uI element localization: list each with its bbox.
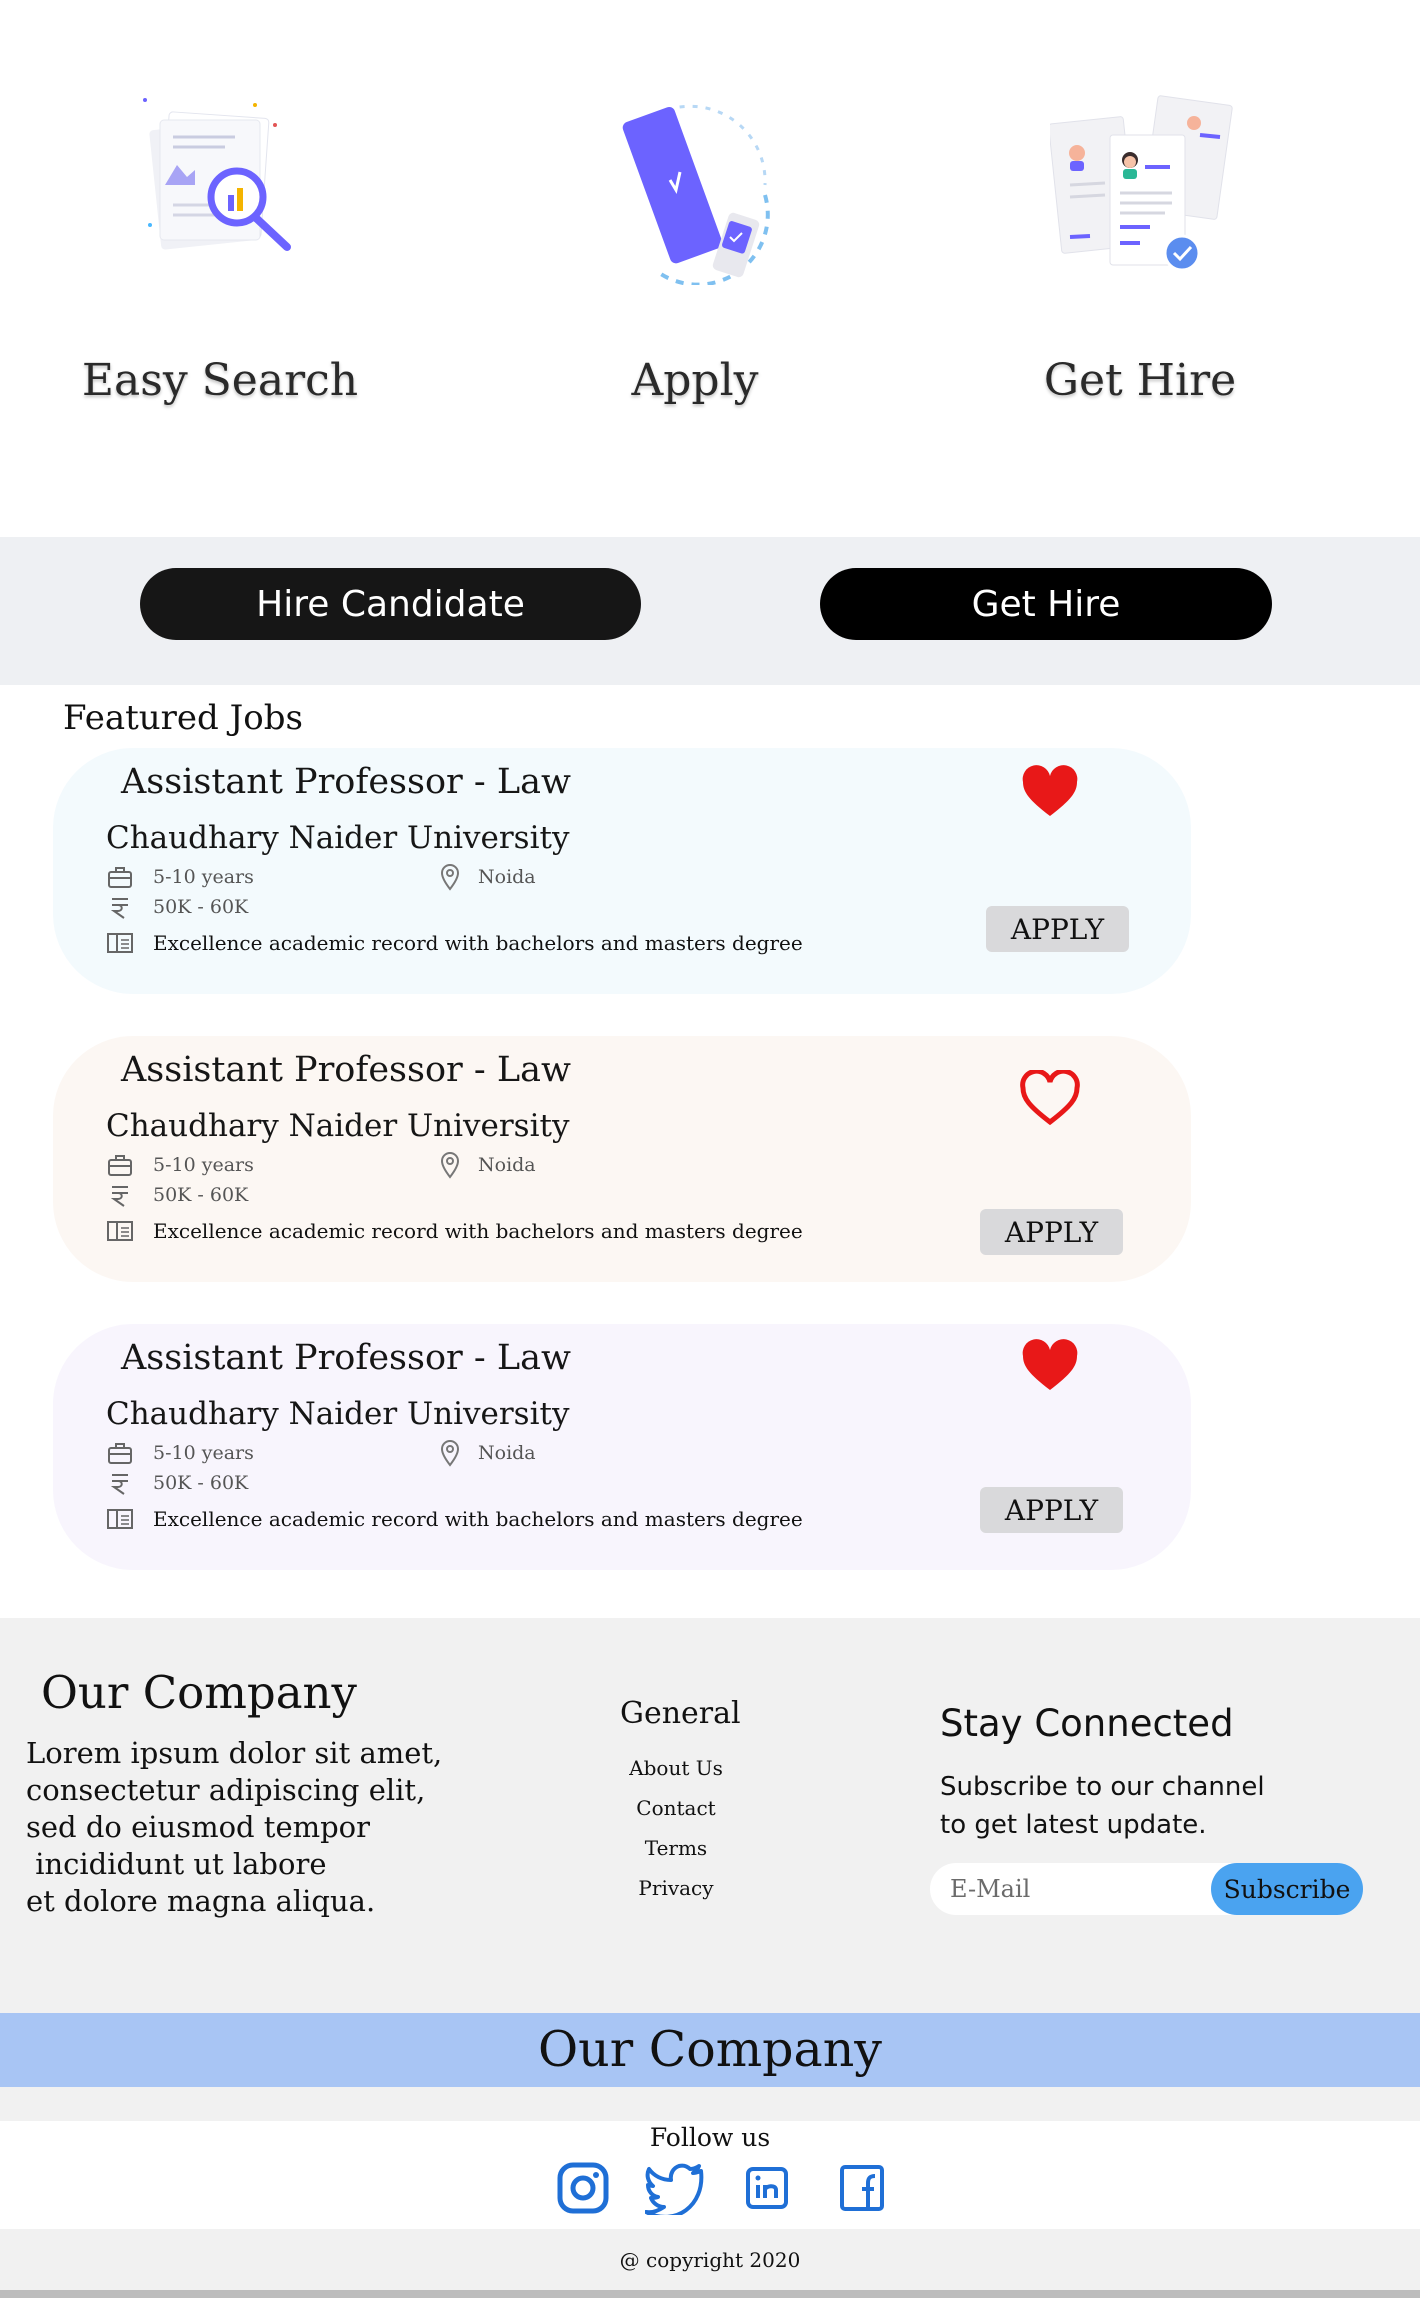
- follow-us-label: Follow us: [649, 2123, 771, 2152]
- job-card: Assistant Professor - Law Chaudhary Naid…: [53, 1324, 1191, 1570]
- hire-candidate-button[interactable]: Hire Candidate: [140, 568, 641, 640]
- footer-link-privacy[interactable]: Privacy: [600, 1868, 752, 1908]
- job-experience-text: 5-10 years: [153, 866, 254, 888]
- linkedin-icon[interactable]: [744, 2161, 790, 2215]
- heart-icon[interactable]: [1019, 1338, 1081, 1394]
- bottom-border: [0, 2290, 1420, 2298]
- step-label: Easy Search: [81, 355, 359, 406]
- footer-general-title: General: [620, 1696, 741, 1731]
- footer-link-terms[interactable]: Terms: [600, 1828, 752, 1868]
- facebook-icon[interactable]: [838, 2161, 886, 2215]
- search-documents-illustration: [143, 98, 291, 251]
- job-location: Noida: [440, 1440, 536, 1467]
- job-card: Assistant Professor - Law Chaudhary Naid…: [53, 1036, 1191, 1282]
- job-salary: 50K - 60K: [110, 1184, 249, 1207]
- step-label: Apply: [631, 355, 759, 406]
- stay-connected-text: Subscribe to our channel to get latest u…: [940, 1772, 1265, 1840]
- job-salary-text: 50K - 60K: [153, 1472, 249, 1494]
- location-pin-icon: [436, 1440, 464, 1467]
- book-icon: [106, 1506, 134, 1532]
- footer-links: About Us Contact Terms Privacy: [600, 1748, 752, 1908]
- get-hire-button[interactable]: Get Hire: [820, 568, 1272, 640]
- job-experience-text: 5-10 years: [153, 1154, 254, 1176]
- briefcase-icon: [106, 1440, 134, 1466]
- apply-button[interactable]: APPLY: [986, 906, 1129, 952]
- apply-button[interactable]: APPLY: [980, 1487, 1123, 1533]
- featured-jobs-title: Featured Jobs: [63, 698, 303, 738]
- job-experience: 5-10 years: [108, 1154, 254, 1176]
- job-location: Noida: [440, 1152, 536, 1179]
- job-experience-text: 5-10 years: [153, 1442, 254, 1464]
- briefcase-icon: [106, 1152, 134, 1178]
- job-company: Chaudhary Naider University: [106, 1108, 570, 1144]
- book-icon: [106, 930, 134, 956]
- job-description: Excellence academic record with bachelor…: [107, 1507, 803, 1531]
- step-apply: Apply: [475, 0, 915, 537]
- rupee-icon: [106, 1182, 134, 1208]
- book-icon: [106, 1218, 134, 1244]
- job-description-text: Excellence academic record with bachelor…: [153, 1219, 803, 1243]
- job-experience: 5-10 years: [108, 866, 254, 888]
- job-location-text: Noida: [478, 866, 536, 888]
- footer: Our Company Lorem ipsum dolor sit amet, …: [0, 1618, 1420, 2013]
- phone-apply-illustration: [622, 104, 770, 285]
- job-description: Excellence academic record with bachelor…: [107, 1219, 803, 1243]
- job-title: Assistant Professor - Law: [121, 762, 571, 802]
- job-company: Chaudhary Naider University: [106, 820, 570, 856]
- stay-connected-title: Stay Connected: [940, 1702, 1234, 1745]
- step-label: Get Hire: [1043, 355, 1237, 406]
- job-card: Assistant Professor - Law Chaudhary Naid…: [53, 748, 1191, 994]
- apply-button[interactable]: APPLY: [980, 1209, 1123, 1255]
- job-experience: 5-10 years: [108, 1442, 254, 1464]
- briefcase-icon: [106, 864, 134, 890]
- job-description-text: Excellence academic record with bachelor…: [153, 931, 803, 955]
- heart-icon[interactable]: [1019, 764, 1081, 820]
- copyright-band: @ copyright 2020: [0, 2229, 1420, 2290]
- divider: [0, 2087, 1420, 2121]
- job-description-text: Excellence academic record with bachelor…: [153, 1507, 803, 1531]
- location-pin-icon: [436, 1152, 464, 1179]
- job-salary-text: 50K - 60K: [153, 1184, 249, 1206]
- job-title: Assistant Professor - Law: [121, 1050, 571, 1090]
- twitter-icon[interactable]: [645, 2161, 705, 2215]
- follow-us-section: Follow us: [0, 2121, 1420, 2229]
- footer-about-text: Lorem ipsum dolor sit amet, consectetur …: [26, 1736, 443, 1918]
- resumes-approved-illustration: [1050, 95, 1233, 272]
- footer-link-contact[interactable]: Contact: [600, 1788, 752, 1828]
- footer-link-about-us[interactable]: About Us: [600, 1748, 752, 1788]
- how-it-works: Easy Search Apply Get Hire: [0, 0, 1420, 537]
- job-location: Noida: [440, 864, 536, 891]
- instagram-icon[interactable]: [556, 2161, 610, 2215]
- job-salary: 50K - 60K: [110, 1472, 249, 1495]
- job-title: Assistant Professor - Law: [121, 1338, 571, 1378]
- brand-band: Our Company: [0, 2013, 1420, 2087]
- job-location-text: Noida: [478, 1154, 536, 1176]
- cta-band: Hire Candidate Get Hire: [0, 537, 1420, 685]
- step-easy-search: Easy Search: [0, 0, 440, 537]
- subscribe-button[interactable]: Subscribe: [1211, 1863, 1363, 1915]
- copyright-text: @ copyright 2020: [619, 2248, 801, 2272]
- job-description: Excellence academic record with bachelor…: [107, 931, 803, 955]
- job-salary-text: 50K - 60K: [153, 896, 249, 918]
- step-get-hire: Get Hire: [920, 0, 1360, 537]
- rupee-icon: [106, 894, 134, 920]
- job-location-text: Noida: [478, 1442, 536, 1464]
- footer-company-title: Our Company: [41, 1666, 357, 1719]
- rupee-icon: [106, 1470, 134, 1496]
- location-pin-icon: [436, 864, 464, 891]
- email-field[interactable]: [950, 1871, 1200, 1907]
- heart-icon[interactable]: [1019, 1070, 1081, 1126]
- job-salary: 50K - 60K: [110, 896, 249, 919]
- job-company: Chaudhary Naider University: [106, 1396, 570, 1432]
